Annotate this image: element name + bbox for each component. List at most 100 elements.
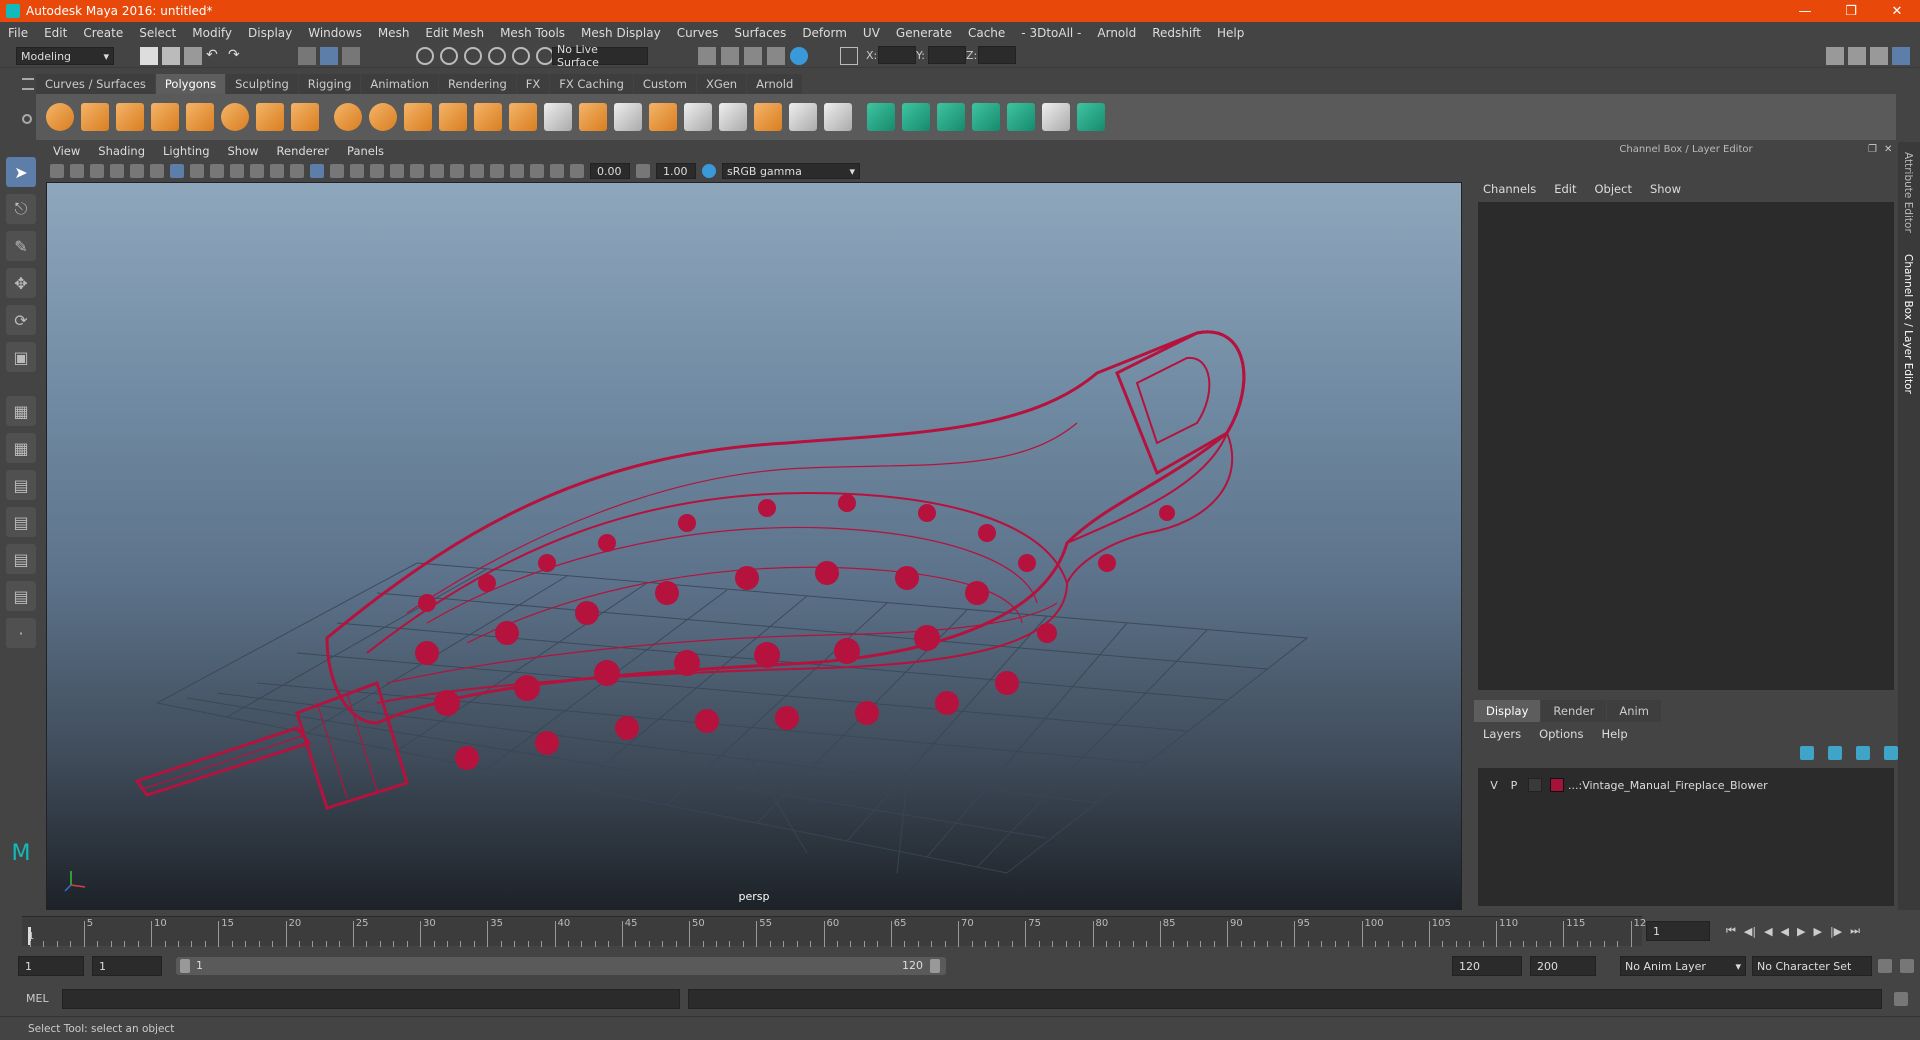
step-back-key-icon[interactable]: ◀ (1764, 925, 1772, 938)
new-layer-from-selected-icon[interactable] (1884, 746, 1898, 760)
snap-curve-icon[interactable] (440, 47, 458, 65)
safe-action-icon[interactable] (270, 164, 284, 178)
smooth-shade-icon[interactable] (330, 164, 344, 178)
collapse-layouts-icon[interactable]: · (6, 618, 36, 648)
z-field[interactable] (978, 46, 1016, 64)
booleans-icon[interactable] (474, 103, 502, 131)
xray-icon[interactable] (370, 164, 384, 178)
step-forward-key-icon[interactable]: ▶ (1813, 925, 1821, 938)
rotate-tool-icon[interactable]: ⟳ (6, 305, 36, 335)
quad-draw-icon[interactable] (824, 103, 852, 131)
range-slider-start-handle[interactable] (180, 959, 190, 973)
uv-editor-icon[interactable] (1007, 103, 1035, 131)
snap-grid-icon[interactable] (416, 47, 434, 65)
poly-cylinder-icon[interactable] (116, 103, 144, 131)
snap-live-icon[interactable] (512, 47, 530, 65)
automatic-mapping-icon[interactable] (972, 103, 1000, 131)
script-editor-icon[interactable] (1894, 992, 1908, 1006)
select-camera-icon[interactable] (50, 164, 64, 178)
panel-menu-panels[interactable]: Panels (338, 144, 393, 158)
menu-display[interactable]: Display (240, 26, 300, 40)
exposure-icon[interactable] (570, 164, 584, 178)
poly-torus-icon[interactable] (221, 103, 249, 131)
select-object-icon[interactable] (320, 47, 338, 65)
bevel-icon[interactable] (649, 103, 677, 131)
select-component-icon[interactable] (342, 47, 360, 65)
layer-playback-toggle[interactable]: P (1504, 779, 1524, 792)
fill-hole-icon[interactable] (684, 103, 712, 131)
gate-mask-icon[interactable] (230, 164, 244, 178)
attribute-editor-tab[interactable]: Attribute Editor (1902, 152, 1914, 233)
new-scene-icon[interactable] (140, 47, 158, 65)
command-input[interactable] (62, 989, 680, 1009)
character-set-selector[interactable]: No Character Set (1752, 956, 1872, 976)
live-surface-field[interactable]: No Live Surface (552, 43, 648, 69)
four-view-layout-icon[interactable]: ▦ (6, 433, 36, 463)
outliner-persp-layout-icon[interactable]: ▤ (6, 581, 36, 611)
persp-outliner-layout-icon[interactable]: ▤ (6, 470, 36, 500)
screen-space-ao-icon[interactable] (450, 164, 464, 178)
play-backwards-icon[interactable]: ◀ (1781, 925, 1789, 938)
menu-create[interactable]: Create (75, 26, 131, 40)
paint-select-tool-icon[interactable]: ✎ (6, 231, 36, 261)
2d-pan-zoom-icon[interactable] (150, 164, 164, 178)
undo-icon[interactable]: ↶ (206, 47, 224, 65)
menu-modify[interactable]: Modify (184, 26, 240, 40)
ipr-render-icon[interactable] (721, 47, 739, 65)
menu-redshift[interactable]: Redshift (1144, 26, 1209, 40)
isolate-select-icon[interactable] (510, 164, 524, 178)
anti-aliasing-icon[interactable] (490, 164, 504, 178)
panel-menu-shading[interactable]: Shading (89, 144, 154, 158)
resolution-gate-icon[interactable] (210, 164, 224, 178)
color-management-icon[interactable] (702, 164, 716, 178)
redo-icon[interactable]: ↷ (228, 47, 246, 65)
restore-icon[interactable]: ❐ (1828, 4, 1874, 19)
snap-view-plane-icon[interactable] (488, 47, 506, 65)
panel-menu-view[interactable]: View (44, 144, 89, 158)
range-slider-end-handle[interactable] (930, 959, 940, 973)
shelf-tab-fx-caching[interactable]: FX Caching (550, 74, 633, 94)
menu-deform[interactable]: Deform (794, 26, 855, 40)
current-frame-field[interactable]: 1 (1646, 921, 1710, 941)
layer-visibility-toggle[interactable]: V (1484, 779, 1504, 792)
motion-blur-icon[interactable] (470, 164, 484, 178)
poly-pyramid-icon[interactable] (256, 103, 284, 131)
shelf-tab-xgen[interactable]: XGen (696, 74, 747, 94)
wireframe-on-shaded-icon[interactable] (350, 164, 364, 178)
menu-windows[interactable]: Windows (300, 26, 370, 40)
view-transform-selector[interactable]: sRGB gamma ▾ (722, 163, 860, 179)
panel-menu-show[interactable]: Show (219, 144, 268, 158)
attribute-editor-toggle-icon[interactable] (1848, 47, 1866, 65)
render-frame-icon[interactable] (698, 47, 716, 65)
channel-box-layer-editor-tab[interactable]: Channel Box / Layer Editor (1902, 254, 1914, 394)
move-tool-icon[interactable]: ✥ (6, 268, 36, 298)
extrude-icon[interactable] (579, 103, 607, 131)
step-back-icon[interactable]: ◀| (1744, 925, 1756, 938)
step-forward-icon[interactable]: |▶ (1830, 925, 1842, 938)
use-all-lights-icon[interactable] (410, 164, 424, 178)
shelf-tab-polygons[interactable]: Polygons (155, 74, 226, 94)
menu-edit-mesh[interactable]: Edit Mesh (417, 26, 492, 40)
hypershade-icon[interactable] (767, 47, 785, 65)
menu-curves[interactable]: Curves (669, 26, 727, 40)
le-menu-help[interactable]: Help (1592, 727, 1636, 741)
planar-mapping-icon[interactable] (867, 103, 895, 131)
xray-joints-icon[interactable] (530, 164, 544, 178)
menu-arnold[interactable]: Arnold (1089, 26, 1144, 40)
auto-key-icon[interactable] (1878, 959, 1892, 973)
menu-edit[interactable]: Edit (36, 26, 75, 40)
save-scene-icon[interactable] (184, 47, 202, 65)
time-slider[interactable]: 1 5 10 15 20 25 30 35 40 45 50 55 60 65 70 75 80 85 90 95 1… (22, 916, 1653, 947)
cylindrical-mapping-icon[interactable] (902, 103, 930, 131)
transform-mode-icon[interactable] (840, 47, 858, 65)
unfold-uv-icon[interactable] (1077, 103, 1105, 131)
le-menu-options[interactable]: Options (1530, 727, 1592, 741)
scale-tool-icon[interactable]: ▣ (6, 342, 36, 372)
menu-cache[interactable]: Cache (960, 26, 1013, 40)
new-layer-icon[interactable] (1856, 746, 1870, 760)
modeling-toolkit-icon[interactable] (1826, 47, 1844, 65)
image-plane-icon[interactable] (110, 164, 124, 178)
multi-cut-icon[interactable] (719, 103, 747, 131)
menu-mesh-display[interactable]: Mesh Display (573, 26, 669, 40)
shelf-tab-arnold[interactable]: Arnold (747, 74, 803, 94)
